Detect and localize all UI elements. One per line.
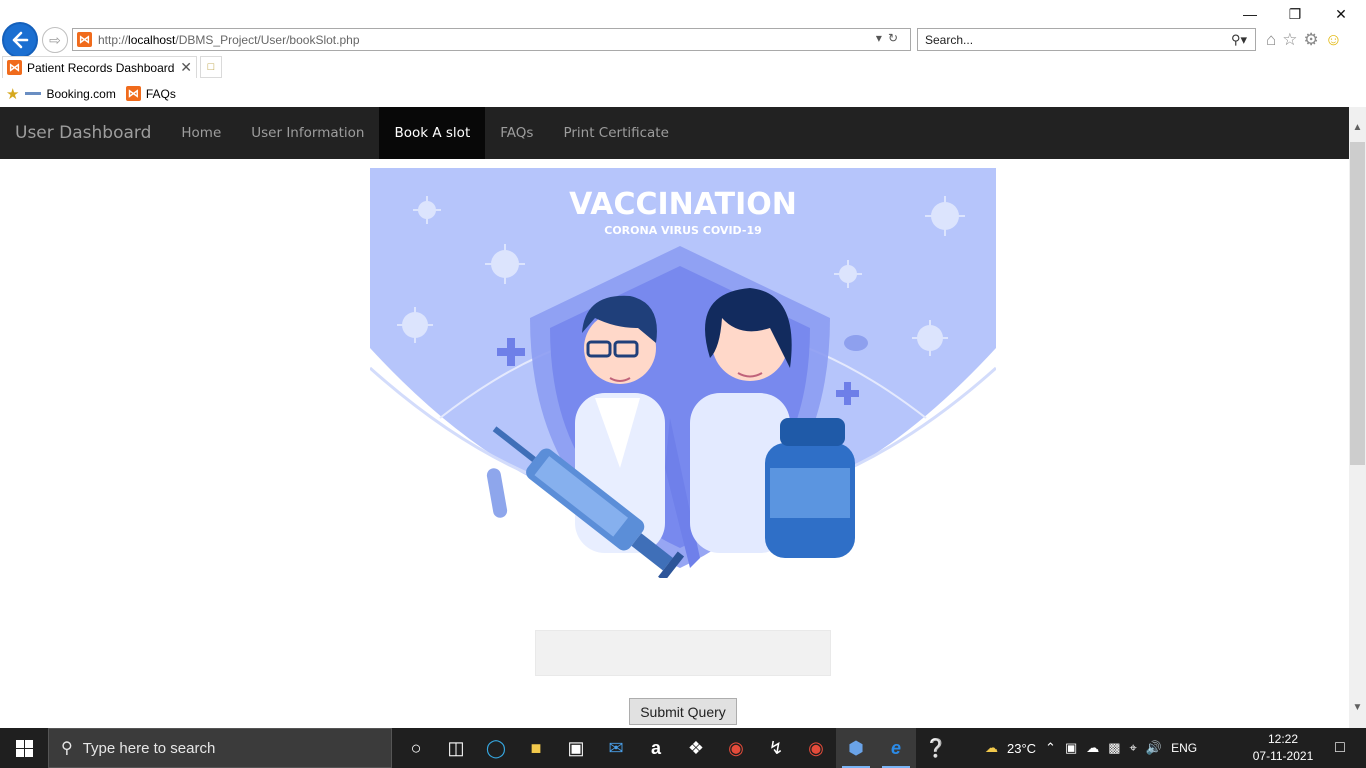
address-dropdown-icon[interactable]: ▾	[876, 31, 888, 45]
xampp-favicon-icon: ⋈	[7, 60, 22, 75]
volume-icon[interactable]: 🔊	[1146, 740, 1162, 756]
clock-date: 07-11-2021	[1252, 749, 1314, 763]
tab-patient-records[interactable]: ⋈ Patient Records Dashboard ✕	[2, 56, 197, 78]
taskbar-search-placeholder: Type here to search	[82, 739, 216, 757]
help-icon[interactable]: ❔	[916, 728, 956, 768]
forward-button[interactable]: ⇨	[42, 27, 68, 53]
nav-print-certificate[interactable]: Print Certificate	[548, 107, 683, 159]
virtualbox-icon[interactable]: ⬢	[836, 728, 876, 768]
search-icon: ⚲	[61, 740, 73, 757]
back-button[interactable]	[2, 22, 38, 58]
show-hidden-icons-chevron-icon[interactable]: ⌃	[1045, 740, 1056, 756]
browser-search-placeholder: Search...	[925, 33, 974, 47]
taskbar-search-box[interactable]: ⚲ Type here to search	[48, 728, 392, 768]
window-titlebar: — ❐ ✕	[0, 0, 1366, 28]
favorite-booking[interactable]: Booking.com	[25, 86, 116, 101]
chrome-icon[interactable]: ◉	[716, 728, 756, 768]
address-url[interactable]: http://localhost/DBMS_Project/User/bookS…	[98, 33, 360, 47]
wifi-icon[interactable]: ⌖	[1130, 740, 1137, 756]
chrome-profile-icon[interactable]: ◉	[796, 728, 836, 768]
hero-title: VACCINATION	[569, 187, 797, 222]
close-window-button[interactable]: ✕	[1318, 0, 1364, 28]
restore-button[interactable]: ❐	[1272, 0, 1318, 28]
xampp-favicon-icon: ⋈	[77, 32, 92, 47]
cortana-icon[interactable]: ○	[396, 728, 436, 768]
system-tray: ☁ 23°C ⌃ ▣ ☁ ▩ ⌖ 🔊 ENG	[985, 728, 1197, 768]
file-explorer-icon[interactable]: ■	[516, 728, 556, 768]
nav-user-information[interactable]: User Information	[236, 107, 379, 159]
notifications-icon[interactable]: □	[1320, 728, 1360, 768]
store-icon[interactable]: ▣	[556, 728, 596, 768]
app-bolt-icon[interactable]: ↯	[756, 728, 796, 768]
refresh-icon[interactable]: ↻	[888, 31, 904, 45]
task-view-icon[interactable]: ◫	[436, 728, 476, 768]
favorite-label: FAQs	[145, 86, 176, 101]
vaccination-illustration: VACCINATION CORONA VIRUS COVID-19	[370, 168, 996, 578]
browser-search-box[interactable]: Search... ⚲▾	[917, 28, 1256, 51]
favorite-faqs[interactable]: ⋈ FAQs	[125, 86, 176, 101]
xampp-icon: ⋈	[125, 86, 141, 101]
close-tab-icon[interactable]: ✕	[180, 59, 192, 76]
hero-subtitle: CORONA VIRUS COVID-19	[604, 224, 762, 237]
nav-faqs[interactable]: FAQs	[485, 107, 548, 159]
internet-explorer-icon[interactable]: e	[876, 728, 916, 768]
tab-label: Patient Records Dashboard	[27, 60, 175, 75]
top-navbar: User Dashboard Home User Information Boo…	[0, 107, 1349, 159]
weather-icon[interactable]: ☁	[985, 740, 998, 756]
screen-icon[interactable]: ▩	[1108, 740, 1120, 756]
nav-home[interactable]: Home	[166, 107, 236, 159]
edge-icon[interactable]: ◯	[476, 728, 516, 768]
windows-logo-icon	[15, 739, 33, 757]
new-tab-button[interactable]: □	[200, 56, 222, 78]
scroll-up-arrow-icon[interactable]: ▲	[1349, 119, 1366, 136]
windows-taskbar: ⚲ Type here to search ○ ◫ ◯ ■ ▣ ✉ a ❖ ◉ …	[0, 728, 1366, 768]
booking-icon	[25, 92, 42, 95]
slot-input[interactable]	[535, 630, 831, 676]
add-favorites-star-icon[interactable]: ★	[6, 85, 19, 103]
forward-arrow-icon: ⇨	[49, 31, 61, 48]
new-tab-icon: □	[207, 61, 215, 73]
minimize-button[interactable]: —	[1227, 0, 1273, 28]
language-indicator[interactable]: ENG	[1171, 741, 1197, 755]
favorites-bar: ★ Booking.com ⋈ FAQs	[0, 80, 1366, 107]
scroll-down-arrow-icon[interactable]: ▼	[1349, 699, 1366, 716]
favorite-label: Booking.com	[46, 86, 116, 101]
meet-now-icon[interactable]: ▣	[1065, 740, 1077, 756]
scroll-thumb[interactable]	[1350, 142, 1365, 465]
address-bar[interactable]: ⋈ http://localhost/DBMS_Project/User/boo…	[72, 28, 911, 51]
search-icon[interactable]: ⚲▾	[1231, 32, 1247, 48]
navbar-brand[interactable]: User Dashboard	[0, 107, 166, 159]
submit-query-button[interactable]: Submit Query	[629, 698, 737, 725]
nav-book-a-slot[interactable]: Book A slot	[379, 107, 486, 159]
amazon-icon[interactable]: a	[636, 728, 676, 768]
back-arrow-icon	[12, 31, 29, 49]
mail-icon[interactable]: ✉	[596, 728, 636, 768]
favorites-star-icon[interactable]: ☆	[1282, 30, 1297, 50]
start-button[interactable]	[0, 728, 48, 768]
page-viewport: User Dashboard Home User Information Boo…	[0, 107, 1349, 728]
smiley-feedback-icon[interactable]: ☺	[1325, 30, 1342, 50]
weather-temp[interactable]: 23°C	[1007, 741, 1036, 756]
home-icon[interactable]: ⌂	[1266, 30, 1276, 50]
network-error-icon[interactable]: ☁	[1086, 740, 1099, 756]
settings-gear-icon[interactable]: ⚙	[1304, 30, 1319, 50]
taskbar-clock[interactable]: 12:22 07-11-2021	[1248, 731, 1318, 765]
page-scrollbar[interactable]: ▲ ▼	[1349, 107, 1366, 728]
clock-time: 12:22	[1267, 732, 1299, 746]
dropbox-icon[interactable]: ❖	[676, 728, 716, 768]
